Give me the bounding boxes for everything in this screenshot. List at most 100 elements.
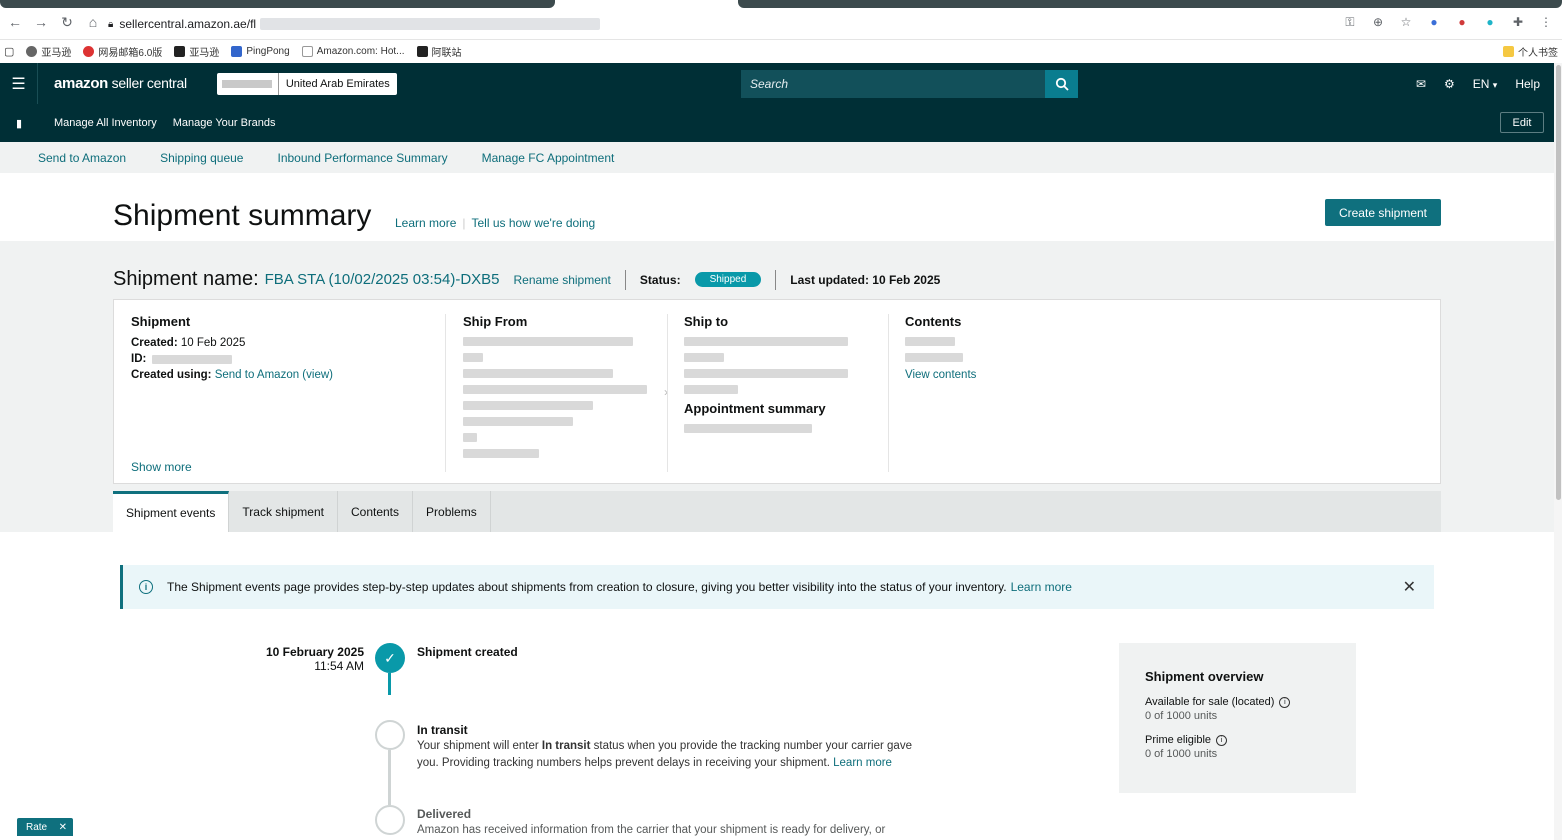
key-icon[interactable]: ⚿: [1342, 14, 1358, 30]
menu-dots-icon[interactable]: ⋮: [1538, 14, 1554, 30]
nav-manage-all-inventory[interactable]: Manage All Inventory: [54, 117, 157, 129]
puzzle-icon[interactable]: ✚: [1510, 14, 1526, 30]
search-button[interactable]: [1045, 70, 1078, 98]
ship-from-column: Ship From: [463, 300, 653, 472]
shipment-events-timeline: 10 February 2025 11:54 AM ✓ Shipment cre…: [0, 640, 1100, 840]
bookmark-item[interactable]: Amazon.com: Hot...: [301, 45, 405, 57]
tab-send-to-amazon[interactable]: Send to Amazon: [38, 151, 126, 165]
divider: |: [462, 216, 466, 230]
address-redacted: [684, 337, 848, 346]
event-desc-delivered: Amazon has received information from the…: [417, 824, 886, 836]
address-redacted: [463, 401, 593, 410]
title-area: Shipment summary Learn more | Tell us ho…: [0, 173, 1562, 241]
event-title-delivered: Delivered: [417, 807, 472, 821]
extension-icon[interactable]: ●: [1454, 14, 1470, 30]
divider: [775, 269, 777, 290]
forward-icon[interactable]: →: [34, 14, 48, 31]
zoom-icon[interactable]: ⊕: [1370, 14, 1386, 30]
bookmark-item[interactable]: 网易邮箱6.0版: [83, 44, 162, 59]
reload-icon[interactable]: ↻: [60, 14, 74, 31]
create-shipment-button[interactable]: Create shipment: [1325, 199, 1441, 226]
marketplace-switcher[interactable]: United Arab Emirates: [216, 72, 397, 95]
nav-manage-your-brands[interactable]: Manage Your Brands: [173, 117, 276, 129]
address-redacted: [684, 369, 848, 378]
shipment-name-label: Shipment name:: [113, 268, 259, 290]
lock-icon: 🔒︎: [108, 18, 114, 30]
ship-to-heading: Ship to: [684, 314, 729, 329]
contents-heading: Contents: [905, 314, 962, 329]
appointment-summary-heading: Appointment summary: [684, 401, 826, 416]
browser-tab[interactable]: [738, 0, 1562, 8]
rate-widget[interactable]: Rate ✕: [17, 818, 73, 836]
send-to-amazon-link[interactable]: Send to Amazon (view): [215, 369, 333, 381]
bookmark-item[interactable]: 亚马逊: [26, 44, 71, 59]
tab-inbound-performance[interactable]: Inbound Performance Summary: [277, 151, 447, 165]
apps-icon[interactable]: ▢: [4, 45, 14, 58]
status-badge: Shipped: [694, 272, 762, 287]
event-date: 10 February 2025 11:54 AM: [265, 645, 364, 673]
help-link[interactable]: Help: [1515, 77, 1540, 91]
star-icon[interactable]: ☆: [1398, 14, 1414, 30]
pingpong-icon: [231, 45, 243, 57]
tab-shipment-events[interactable]: Shipment events: [113, 491, 230, 532]
address-redacted: [684, 385, 738, 394]
browser-tab[interactable]: [0, 0, 555, 8]
info-banner: i The Shipment events page provides step…: [120, 565, 1434, 609]
bookmark-folder[interactable]: 个人书签: [1503, 44, 1558, 59]
learn-more-link[interactable]: Learn more: [833, 757, 892, 769]
home-icon[interactable]: ⌂: [86, 14, 100, 31]
tab-shipping-queue[interactable]: Shipping queue: [160, 151, 243, 165]
learn-more-link[interactable]: Learn more: [395, 216, 456, 230]
address-redacted: [463, 353, 483, 362]
page-title: Shipment summary: [113, 199, 372, 232]
info-icon[interactable]: i: [1216, 734, 1228, 746]
search-box: [741, 70, 1078, 98]
bookmark-item[interactable]: PingPong: [231, 45, 290, 57]
hamburger-menu-icon[interactable]: ☰: [0, 63, 38, 104]
language-selector[interactable]: EN ▾: [1473, 77, 1498, 91]
back-icon[interactable]: ←: [8, 14, 22, 31]
scrollbar[interactable]: [1554, 63, 1562, 840]
created-row: Created: 10 Feb 2025: [131, 337, 246, 349]
last-updated: Last updated: 10 Feb 2025: [790, 272, 941, 287]
bookmark-nav: ▮ Manage All Inventory Manage Your Brand…: [0, 104, 1562, 142]
banner-learn-more-link[interactable]: Learn more: [1011, 580, 1072, 594]
seller-central-logo[interactable]: amazon seller central: [54, 75, 187, 92]
show-more-link[interactable]: Show more: [131, 460, 192, 474]
banner-text: The Shipment events page provides step-b…: [167, 580, 1007, 594]
feedback-link[interactable]: Tell us how we're doing: [472, 216, 596, 230]
tab-problems[interactable]: Problems: [413, 491, 491, 532]
close-icon[interactable]: ✕: [1403, 577, 1416, 597]
gear-icon[interactable]: ⚙: [1444, 77, 1455, 91]
extension-icon[interactable]: ●: [1426, 14, 1442, 30]
url-text: sellercentral.amazon.ae/fl: [119, 17, 257, 31]
created-using-row: Created using: Send to Amazon (view): [131, 369, 333, 381]
tab-track-shipment[interactable]: Track shipment: [229, 491, 338, 532]
ship-to-column: Ship to Appointment summary: [684, 300, 884, 472]
scrollbar-thumb[interactable]: [1555, 65, 1561, 500]
address-bar[interactable]: 🔒︎ sellercentral.amazon.ae/fl: [108, 13, 1418, 35]
tab-manage-fc-appointment[interactable]: Manage FC Appointment: [482, 151, 615, 165]
bookmark-icon[interactable]: ▮: [0, 117, 38, 130]
divider: [624, 269, 626, 290]
view-contents-link[interactable]: View contents: [905, 369, 1105, 381]
bookmark-item[interactable]: 阿联站: [416, 44, 462, 59]
ship-from-heading: Ship From: [463, 314, 528, 329]
search-input[interactable]: [741, 70, 1045, 98]
amazon-icon: [301, 45, 313, 57]
divider: [445, 314, 446, 472]
top-header: ☰ amazon seller central United Arab Emir…: [0, 63, 1562, 104]
contents-redacted: [905, 353, 963, 362]
tab-contents[interactable]: Contents: [338, 491, 414, 532]
edit-button[interactable]: Edit: [1500, 112, 1544, 133]
timeline-connector: [388, 750, 391, 805]
extension-icon[interactable]: ●: [1482, 14, 1498, 30]
mail-icon[interactable]: ✉: [1416, 77, 1426, 91]
close-icon[interactable]: ✕: [59, 822, 67, 833]
address-redacted: [684, 353, 724, 362]
info-icon[interactable]: i: [1279, 696, 1291, 708]
bookmark-item[interactable]: 亚马逊: [174, 44, 219, 59]
id-row: ID:: [131, 353, 431, 365]
rename-shipment-link[interactable]: Rename shipment: [514, 273, 611, 287]
amazon-icon: [174, 45, 186, 57]
